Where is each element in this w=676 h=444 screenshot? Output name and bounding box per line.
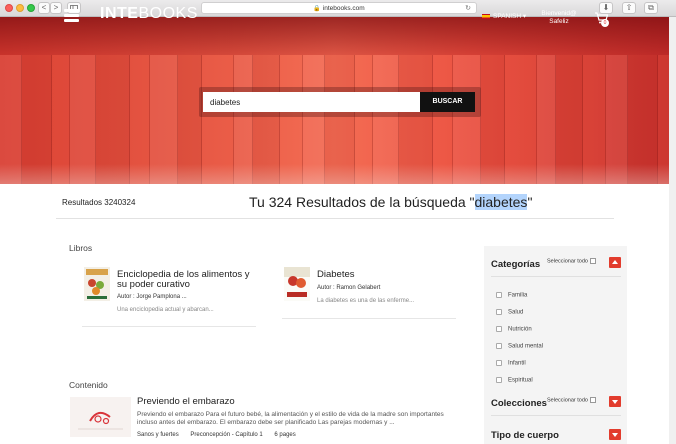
body-type-expand-icon[interactable] xyxy=(609,429,621,440)
select-all-checkbox[interactable] xyxy=(589,397,596,403)
search-input[interactable] xyxy=(203,92,420,112)
address-bar[interactable]: 🔒 intebooks.com ↻ xyxy=(201,2,477,14)
minimize-window-button[interactable] xyxy=(16,4,24,12)
search-button[interactable]: BUSCAR xyxy=(420,92,475,112)
content-description: Previendo el embarazo Para el futuro beb… xyxy=(137,411,444,426)
book-cover-image xyxy=(84,267,110,301)
scrollbar[interactable] xyxy=(669,17,676,444)
category-label: Familia xyxy=(508,292,528,299)
select-all-label: Seleccionar todo xyxy=(547,258,588,265)
checkbox[interactable] xyxy=(496,309,502,315)
book-title[interactable]: Diabetes xyxy=(317,270,457,280)
checkbox[interactable] xyxy=(496,360,502,366)
select-all-checkbox[interactable] xyxy=(589,258,596,264)
category-espiritual[interactable]: Espiritual xyxy=(496,377,533,384)
card-divider xyxy=(82,326,256,327)
book-cover-image xyxy=(284,267,310,301)
body-type-heading: Tipo de cuerpo xyxy=(491,430,559,441)
url-text: intebooks.com xyxy=(322,5,365,12)
book-description: La diabetes es una de las enferme... xyxy=(317,298,415,304)
category-salud-mental[interactable]: Salud mental xyxy=(496,343,543,350)
category-familia[interactable]: Familia xyxy=(496,292,527,299)
categories-heading: Categorías xyxy=(491,259,541,270)
collections-heading: Colecciones xyxy=(491,398,547,409)
results-title-prefix: Tu 324 Resultados de la búsqueda " xyxy=(249,194,475,210)
results-count: Resultados 3240324 xyxy=(62,198,136,207)
hero-fade xyxy=(0,164,669,184)
reload-icon[interactable]: ↻ xyxy=(465,3,471,14)
category-label: Espiritual xyxy=(508,377,533,384)
logo-bold-text: INTE xyxy=(100,5,139,22)
language-selector[interactable]: SPANISH ▾ xyxy=(482,12,526,20)
back-button[interactable]: < xyxy=(38,2,50,14)
close-window-button[interactable] xyxy=(5,4,13,12)
logo-text: BOOKS xyxy=(138,5,198,22)
content-section-label: Contenido xyxy=(69,380,108,390)
maximize-window-button[interactable] xyxy=(27,4,35,12)
spain-flag-icon xyxy=(482,13,490,19)
categories-collapse-icon[interactable] xyxy=(609,257,621,268)
content-meta: Sanos y fuertes Preconcepción - Capítulo… xyxy=(137,432,306,438)
category-infantil[interactable]: Infantil xyxy=(496,360,526,367)
filter-sidebar: Categorías Seleccionar todo Familia Salu… xyxy=(484,246,627,444)
tabs-icon[interactable]: ⧉ xyxy=(644,2,658,14)
books-section-label: Libros xyxy=(69,243,93,253)
card-divider xyxy=(282,318,456,319)
cart-count-badge: 0 xyxy=(601,19,609,27)
content-book[interactable]: Sanos y fuertes xyxy=(137,432,179,438)
logo[interactable]: INTEBOOKS xyxy=(100,5,198,23)
checkbox[interactable] xyxy=(496,343,502,349)
category-label: Salud xyxy=(508,309,524,316)
collections-expand-icon[interactable] xyxy=(609,396,621,407)
book-author: Autor : Ramon Gelabert xyxy=(317,285,381,291)
cart-icon[interactable]: 0 xyxy=(594,11,609,27)
results-title-query: diabetes xyxy=(474,194,528,210)
book-description: Una enciclopedia actual y abarcan... xyxy=(117,307,214,313)
content-thumbnail[interactable] xyxy=(70,397,131,437)
sidebar-divider xyxy=(491,415,621,416)
categories-select-all[interactable]: Seleccionar todo xyxy=(547,258,596,264)
book-author: Autor : Jorge Pamplona ... xyxy=(117,294,187,300)
category-salud[interactable]: Salud xyxy=(496,309,523,316)
results-title-suffix: " xyxy=(527,194,533,210)
book-title[interactable]: Enciclopedia de los alimentos y su poder… xyxy=(117,270,257,290)
share-icon[interactable]: ⇧ xyxy=(622,2,636,14)
divider xyxy=(56,218,614,219)
welcome-username: Safeliz xyxy=(549,18,569,25)
select-all-label: Seleccionar todo xyxy=(547,397,588,404)
lock-icon: 🔒 xyxy=(313,6,321,12)
category-nutricion[interactable]: Nutrición xyxy=(496,326,532,333)
checkbox[interactable] xyxy=(496,377,502,383)
collections-select-all[interactable]: Seleccionar todo xyxy=(547,397,596,403)
language-label: SPANISH xyxy=(493,13,522,20)
checkbox[interactable] xyxy=(496,326,502,332)
content-pages: 6 pages xyxy=(274,432,296,438)
category-label: Nutrición xyxy=(508,326,532,333)
welcome-greeting: Bienvenid@ xyxy=(541,10,577,17)
welcome-user[interactable]: Bienvenid@ Safeliz xyxy=(533,10,585,26)
forward-button[interactable]: > xyxy=(50,2,62,14)
category-label: Infantil xyxy=(508,360,526,367)
results-title: Tu 324 Resultados de la búsqueda "diabet… xyxy=(249,194,532,210)
menu-icon[interactable] xyxy=(64,9,79,22)
category-label: Salud mental xyxy=(508,343,544,350)
sidebar-divider xyxy=(491,276,621,277)
content-chapter[interactable]: Preconcepción - Capítulo 1 xyxy=(190,432,262,438)
checkbox[interactable] xyxy=(496,292,502,298)
content-title[interactable]: Previendo el embarazo xyxy=(137,396,235,407)
